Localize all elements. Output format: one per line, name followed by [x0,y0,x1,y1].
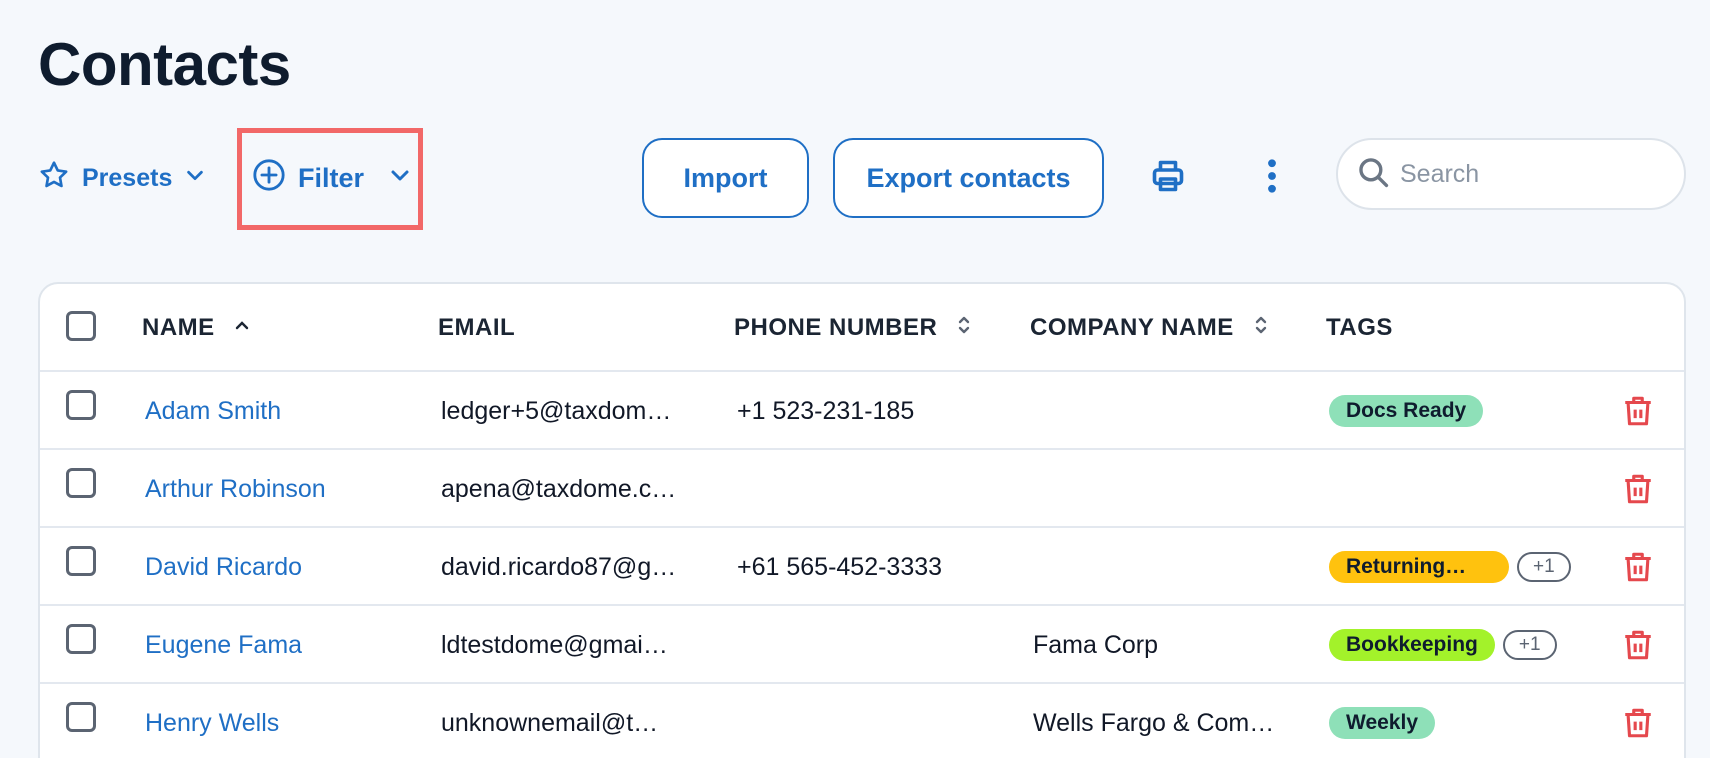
column-header-name-label: NAME [142,314,215,341]
tag-badge[interactable]: Bookkeeping [1329,629,1495,661]
table-row: David Ricardo david.ricardo87@g… +61 565… [40,528,1684,606]
sort-ascending-icon [235,309,249,337]
contact-email: ledger+5@taxdom… [441,396,672,425]
table-row: Adam Smith ledger+5@taxdom… +1 523-231-1… [40,372,1684,450]
tag-badge[interactable]: Returning… [1329,551,1509,583]
contact-email: ldtestdome@gmai… [441,630,668,659]
printer-icon [1150,158,1186,199]
filter-button[interactable]: Filter [252,158,412,199]
delete-contact-button[interactable] [1621,472,1655,506]
search-icon [1356,155,1390,194]
row-checkbox[interactable] [66,468,96,498]
chevron-down-icon [388,163,412,194]
contact-phone: +61 565-452-3333 [737,552,943,581]
select-all-checkbox[interactable] [66,311,96,341]
contact-email: david.ricardo87@g… [441,552,677,581]
import-button[interactable]: Import [642,138,809,218]
more-options-button[interactable] [1252,158,1292,198]
presets-label: Presets [82,163,173,192]
sort-icon [1254,314,1268,343]
trash-icon [1621,630,1655,666]
contact-company: Wells Fargo & Com… [1033,708,1275,737]
trash-icon [1621,708,1655,744]
export-contacts-button[interactable]: Export contacts [833,138,1104,218]
table-row: Henry Wells unknownemail@t… Wells Fargo … [40,684,1684,758]
contact-email: apena@taxdome.c… [441,474,677,503]
contact-tags: Returning… +1 [1329,528,1571,606]
plus-circle-icon [252,158,286,199]
table-header: NAME EMAIL PHONE NUMBER COMPANY NAME TAG… [40,284,1684,372]
contact-name-link[interactable]: David Ricardo [145,528,302,606]
tag-badge[interactable]: Weekly [1329,707,1435,739]
column-header-phone-label: PHONE NUMBER [734,314,938,341]
column-header-tags: TAGS [1326,284,1393,372]
delete-contact-button[interactable] [1621,628,1655,662]
row-checkbox[interactable] [66,624,96,654]
column-header-phone[interactable]: PHONE NUMBER [734,284,971,372]
column-header-name[interactable]: NAME [142,284,249,372]
contact-company [1033,528,1293,606]
contact-tags: Bookkeeping +1 [1329,606,1557,684]
more-vertical-icon [1266,158,1278,199]
column-header-email: EMAIL [438,284,515,372]
print-button[interactable] [1148,158,1188,198]
contact-tags: Weekly [1329,684,1435,758]
row-checkbox[interactable] [66,546,96,576]
row-checkbox[interactable] [66,702,96,732]
contacts-table: NAME EMAIL PHONE NUMBER COMPANY NAME TAG… [38,282,1686,758]
more-tags-badge[interactable]: +1 [1502,630,1557,660]
contact-name-link[interactable]: Adam Smith [145,372,281,450]
star-icon [38,159,70,198]
tag-badge[interactable]: Docs Ready [1329,395,1484,427]
contact-name-link[interactable]: Eugene Fama [145,606,302,684]
trash-icon [1621,396,1655,432]
contact-company [1033,372,1293,450]
chevron-down-icon [184,164,206,193]
table-row: Arthur Robinson apena@taxdome.c… [40,450,1684,528]
column-header-tags-label: TAGS [1326,314,1393,341]
trash-icon [1621,552,1655,588]
table-row: Eugene Fama ldtestdome@gmai… Fama Corp B… [40,606,1684,684]
contact-name-link[interactable]: Arthur Robinson [145,450,326,528]
contact-name-link[interactable]: Henry Wells [145,684,279,758]
column-header-company-label: COMPANY NAME [1030,314,1234,341]
more-tags-badge[interactable]: +1 [1517,552,1571,582]
contact-company [1033,450,1293,528]
search-box[interactable] [1336,138,1686,210]
contact-email: unknownemail@t… [441,708,659,737]
contact-phone: +1 523-231-185 [737,396,915,425]
column-header-company[interactable]: COMPANY NAME [1030,284,1268,372]
delete-contact-button[interactable] [1621,394,1655,428]
page-title: Contacts [38,31,291,98]
delete-contact-button[interactable] [1621,550,1655,584]
search-input[interactable] [1400,159,1670,189]
column-header-email-label: EMAIL [438,314,516,341]
contact-company: Fama Corp [1033,630,1159,659]
row-checkbox[interactable] [66,390,96,420]
sort-icon [957,314,971,343]
trash-icon [1621,474,1655,510]
delete-contact-button[interactable] [1621,706,1655,740]
presets-dropdown[interactable]: Presets [38,160,206,196]
contact-tags: Docs Ready [1329,372,1484,450]
filter-label: Filter [298,162,365,193]
